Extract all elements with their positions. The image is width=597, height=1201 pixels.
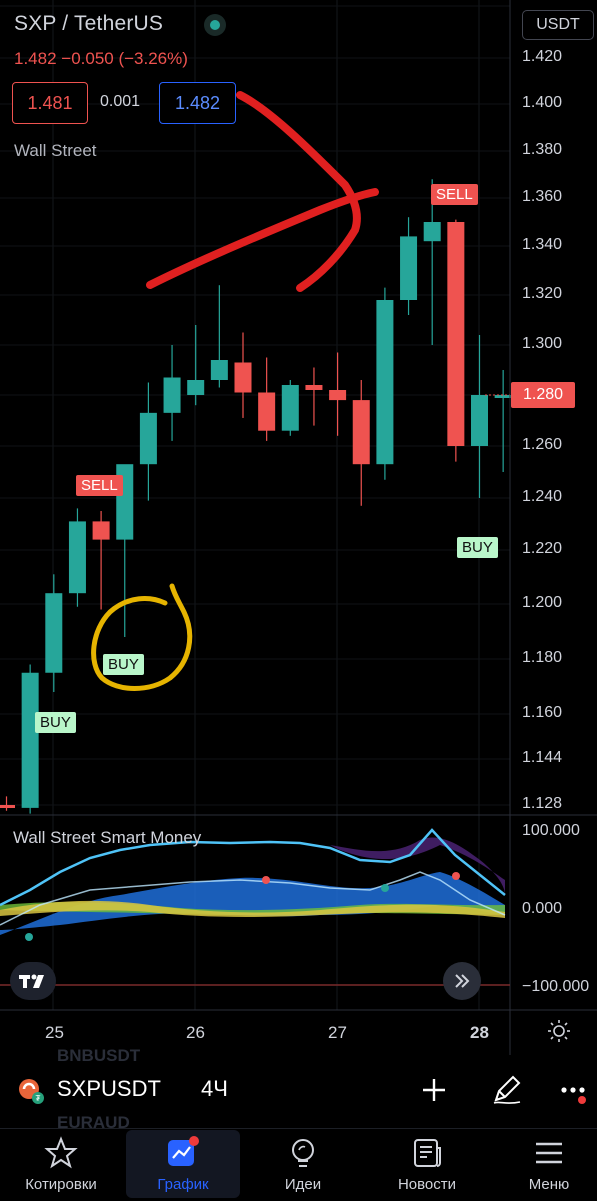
candlestick-series bbox=[0, 179, 512, 814]
nav-label: Котировки bbox=[25, 1176, 97, 1193]
indicator-dot-green bbox=[381, 884, 389, 892]
nav-label: График bbox=[157, 1176, 209, 1193]
indicator-axis-tick: 0.000 bbox=[522, 900, 563, 917]
candle-body bbox=[305, 385, 323, 390]
price-axis-tick: 1.420 bbox=[522, 48, 563, 65]
candle-body bbox=[21, 672, 39, 808]
sell-signal-label: SELL bbox=[431, 184, 478, 205]
candle-body bbox=[281, 385, 299, 431]
buy-signal-label: BUY bbox=[35, 712, 76, 733]
price-change: 1.482 −0.050 (−3.26%) bbox=[14, 49, 188, 68]
sell-signal-label: SELL bbox=[76, 475, 123, 496]
smart-money-indicator bbox=[0, 828, 510, 986]
candle-body bbox=[234, 362, 252, 393]
candle-body bbox=[329, 390, 347, 401]
candle-body bbox=[68, 521, 86, 594]
candle-body bbox=[45, 593, 63, 673]
price-axis-tick: 1.240 bbox=[522, 488, 563, 505]
indicator-axis-tick: −100.000 bbox=[522, 978, 590, 995]
indicator-dot-red bbox=[262, 876, 270, 884]
symbol-logo-icon: ₮ bbox=[17, 1077, 45, 1105]
candle-body bbox=[423, 222, 441, 242]
candle-body bbox=[471, 395, 488, 446]
buy-signal-label: BUY bbox=[457, 537, 498, 558]
candle-body bbox=[400, 236, 418, 300]
timeframe-button[interactable]: 4Ч bbox=[201, 1076, 228, 1102]
candle-body bbox=[210, 360, 228, 380]
svg-text:₮: ₮ bbox=[36, 1094, 41, 1103]
symbol-name[interactable]: SXPUSDT bbox=[57, 1076, 161, 1102]
currency-button[interactable]: USDT bbox=[522, 10, 594, 40]
more-options-icon[interactable] bbox=[560, 1084, 590, 1113]
price-axis-tick: 1.340 bbox=[522, 236, 563, 253]
buy-price-button[interactable]: 1.482 bbox=[159, 82, 236, 124]
nav-chart[interactable]: График bbox=[126, 1130, 240, 1198]
chart-canvas[interactable] bbox=[0, 0, 597, 1200]
lightbulb-icon bbox=[292, 1139, 314, 1167]
chart-icon bbox=[168, 1136, 199, 1166]
nav-ideas[interactable]: Идеи bbox=[248, 1130, 358, 1198]
red-arrow-stroke bbox=[146, 188, 379, 289]
spread-value: 0.001 bbox=[100, 93, 141, 110]
price-axis-tick: 1.200 bbox=[522, 594, 563, 611]
double-chevron-right-icon bbox=[455, 974, 470, 988]
candle-body bbox=[0, 805, 15, 808]
red-arrow-head bbox=[236, 91, 361, 292]
indicator-dot-red bbox=[452, 872, 460, 880]
pair-title[interactable]: SXP / TetherUS bbox=[14, 12, 163, 36]
price-axis-tick: 1.260 bbox=[522, 436, 563, 453]
nav-menu[interactable]: Меню bbox=[494, 1130, 597, 1198]
candle-body bbox=[92, 521, 110, 540]
price-axis-tick: 1.180 bbox=[522, 649, 563, 666]
time-axis-tick: 25 bbox=[45, 1023, 64, 1042]
time-axis-tick: 26 bbox=[186, 1023, 205, 1042]
nav-label: Новости bbox=[397, 1176, 457, 1193]
candle-body bbox=[258, 392, 276, 431]
price-axis-tick: 1.380 bbox=[522, 141, 563, 158]
current-price-label: 1.280 bbox=[511, 382, 575, 408]
price-axis-tick: 1.400 bbox=[522, 94, 563, 111]
time-axis-tick: 27 bbox=[328, 1023, 347, 1042]
price-axis-tick: 1.360 bbox=[522, 188, 563, 205]
indicator-axis-tick: 100.000 bbox=[522, 822, 580, 839]
nav-news[interactable]: Новости bbox=[372, 1130, 482, 1198]
tradingview-logo-icon[interactable] bbox=[10, 962, 56, 1000]
nav-label: Идеи bbox=[284, 1176, 322, 1193]
price-axis-tick: 1.300 bbox=[522, 335, 563, 352]
drawing-tools-pen-icon[interactable] bbox=[490, 1072, 524, 1111]
ghost-symbol-above: BNBUSDT bbox=[57, 1046, 141, 1065]
scroll-to-latest-button[interactable] bbox=[443, 962, 481, 1000]
candle-body bbox=[139, 412, 157, 465]
time-axis-tick: 28 bbox=[470, 1023, 489, 1042]
nav-label: Меню bbox=[528, 1176, 570, 1193]
buy-signal-label: BUY bbox=[103, 654, 144, 675]
indicator-pane-title[interactable]: Wall Street Smart Money bbox=[13, 828, 201, 848]
nav-quotes[interactable]: Котировки bbox=[6, 1130, 116, 1198]
indicator-dot-green bbox=[25, 933, 33, 941]
market-status-icon bbox=[204, 14, 226, 36]
menu-icon bbox=[536, 1142, 562, 1164]
add-indicator-plus-icon[interactable] bbox=[420, 1076, 448, 1109]
candle-body bbox=[187, 380, 205, 395]
chart-settings-sun-icon[interactable] bbox=[547, 1019, 571, 1048]
price-axis-tick: 1.320 bbox=[522, 285, 563, 302]
candle-body bbox=[376, 300, 394, 465]
price-axis-tick: 1.160 bbox=[522, 704, 563, 721]
candle-body bbox=[447, 222, 465, 446]
price-axis-tick: 1.144 bbox=[522, 749, 563, 766]
candle-body bbox=[352, 400, 370, 465]
price-axis-tick: 1.220 bbox=[522, 540, 563, 557]
sell-price-button[interactable]: 1.481 bbox=[12, 82, 88, 124]
news-icon bbox=[414, 1139, 441, 1167]
star-icon bbox=[44, 1136, 78, 1169]
price-axis-tick: 1.128 bbox=[522, 795, 563, 812]
candle-body bbox=[163, 377, 181, 413]
indicator-legend[interactable]: Wall Street bbox=[14, 141, 97, 161]
